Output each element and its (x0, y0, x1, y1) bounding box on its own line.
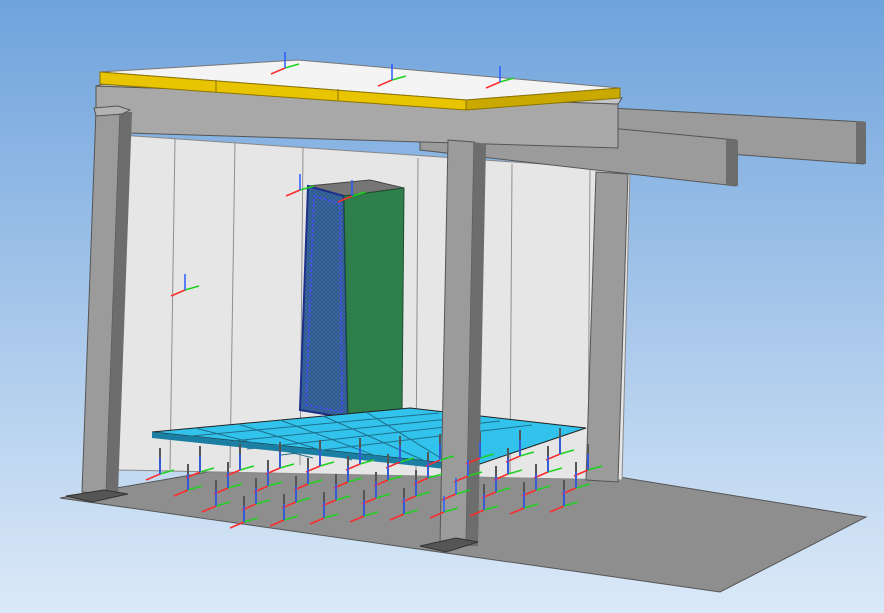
3d-scene[interactable] (0, 0, 884, 613)
3d-viewport[interactable] (0, 0, 884, 613)
cantilever-beam-front-end (726, 139, 738, 186)
cantilever-beam-rear-end (856, 121, 866, 164)
cabinet-side (343, 187, 405, 419)
